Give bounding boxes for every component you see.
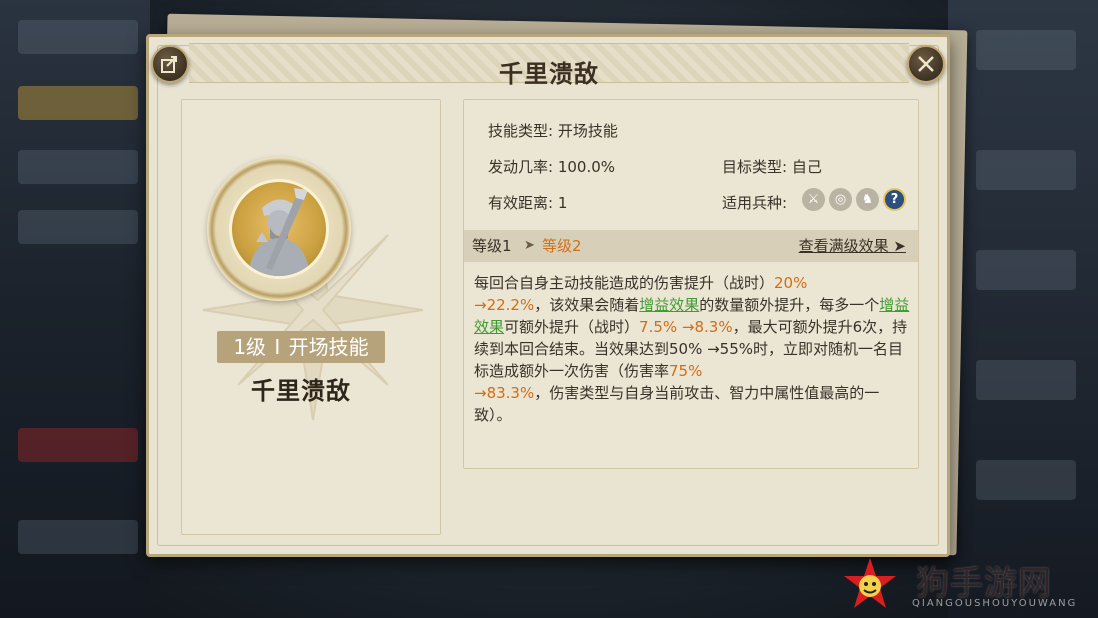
target-type-label: 目标类型:: [722, 158, 788, 176]
bg-block: [976, 150, 1076, 190]
bg-block: [18, 210, 138, 244]
range-row: 有效距离: 1: [488, 192, 567, 213]
level-to: 等级2: [542, 237, 582, 255]
skill-type-row: 技能类型: 开场技能: [488, 120, 618, 141]
close-icon: [918, 56, 934, 72]
title-bar: 千里溃敌: [189, 43, 909, 88]
target-type-value: 自己: [791, 158, 822, 176]
desc-text: 的数量额外提升，每多一个: [699, 296, 880, 314]
desc-value: 75%: [669, 362, 703, 380]
level-compare-row: 等级1 ➤ 等级2 查看满级效果 ➤: [464, 230, 918, 262]
badge-separator: I: [274, 335, 281, 359]
bg-block: [976, 30, 1076, 70]
range-label: 有效距离:: [488, 194, 554, 212]
cavalry-icon[interactable]: ♞: [856, 188, 879, 211]
bg-block: [976, 460, 1076, 500]
watermark-text: 狗手游网: [916, 563, 1052, 602]
bg-block: [18, 150, 138, 184]
desc-value: →83.3%: [474, 384, 535, 402]
skill-type-badge: 开场技能: [288, 335, 369, 359]
skill-level: 1级: [233, 335, 267, 359]
desc-text: 可额外提升（战时）: [504, 318, 640, 336]
bow-icon[interactable]: ◎: [829, 188, 852, 211]
watermark-subtext: QIANGOUSHOUYOUWANG: [912, 598, 1078, 609]
watermark-logo: [844, 558, 896, 608]
desc-value: →22.2%: [474, 296, 535, 314]
level-from: 等级1: [472, 237, 512, 255]
background-right: [948, 0, 1098, 618]
share-button[interactable]: [151, 45, 189, 83]
skill-details-pane: 技能类型: 开场技能 发动几率: 100.0% 目标类型: 自己 有效距离: 1…: [463, 99, 919, 469]
trigger-rate-value: 100.0%: [557, 158, 616, 176]
background-left: [0, 0, 150, 618]
skill-type-value: 开场技能: [557, 122, 618, 140]
skill-type-label: 技能类型:: [488, 122, 554, 140]
skill-name: 千里溃敌: [251, 377, 351, 405]
share-icon: [161, 56, 177, 73]
desc-value: 7.5% →8.3%: [639, 318, 733, 336]
trigger-rate-row: 发动几率: 100.0%: [488, 156, 615, 177]
skill-dialog: 千里溃敌 1级 I 开场技能 千里溃敌 技能类型: 开场技能 发动几率: 100…: [146, 34, 950, 557]
bg-block: [18, 520, 138, 554]
dialog-title: 千里溃敌: [499, 60, 599, 88]
general-portrait: [229, 179, 329, 279]
desc-text: ，该效果会随着: [534, 296, 640, 314]
troops-label: 适用兵种:: [722, 194, 788, 212]
desc-value: 20%: [774, 274, 808, 292]
trigger-rate-label: 发动几率:: [488, 158, 554, 176]
skill-description: 每回合自身主动技能造成的伤害提升（战时）20% →22.2%，该效果会随着增益效果…: [474, 272, 910, 426]
desc-text: 每回合自身主动技能造成的伤害提升（战时）: [474, 274, 775, 292]
bg-block: [18, 86, 138, 120]
spear-icon[interactable]: ⚔: [802, 188, 825, 211]
buff-link[interactable]: 增益效果: [639, 296, 699, 314]
target-type-row: 目标类型: 自己: [722, 156, 822, 177]
view-max-level-link[interactable]: 查看满级效果 ➤: [799, 230, 906, 262]
bg-block: [18, 20, 138, 54]
question-icon[interactable]: ?: [883, 188, 906, 211]
bg-block: [976, 250, 1076, 290]
arrow-icon: ➤: [524, 238, 535, 253]
troop-icons: ⚔ ◎ ♞ ?: [802, 188, 906, 212]
bg-block: [18, 428, 138, 462]
range-value: 1: [557, 194, 568, 212]
close-button[interactable]: [907, 45, 945, 83]
general-icon: [248, 188, 310, 276]
bg-block: [976, 360, 1076, 400]
desc-text: ，伤害类型与自身当前攻击、智力中属性值最高的一致）。: [474, 384, 880, 424]
skill-level-badge: 1级 I 开场技能: [217, 331, 385, 363]
